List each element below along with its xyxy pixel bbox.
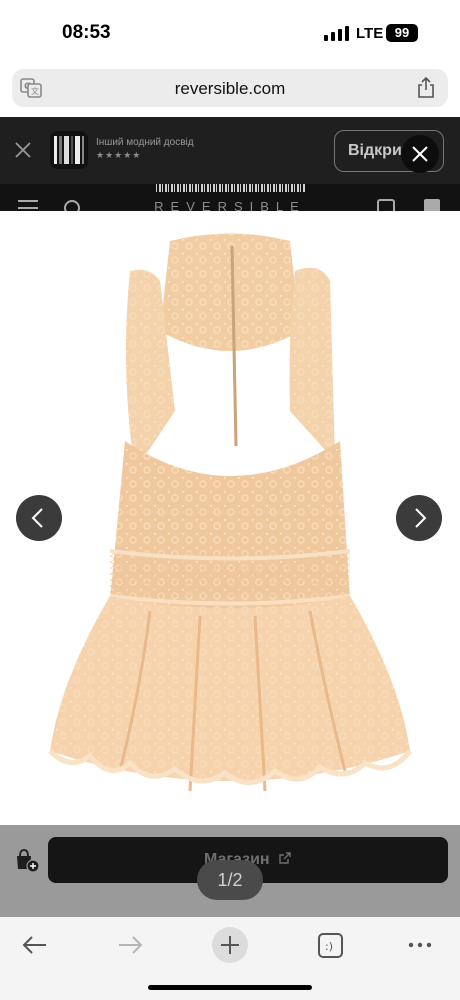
forward-arrow-icon[interactable] xyxy=(113,927,149,963)
add-to-bag-icon[interactable] xyxy=(14,847,40,873)
back-arrow-icon[interactable] xyxy=(16,927,52,963)
network-type: LTE xyxy=(356,25,384,42)
app-logo xyxy=(50,131,88,169)
image-page-indicator: 1/2 xyxy=(197,860,263,900)
svg-text::): :) xyxy=(325,940,333,953)
browser-toolbar: :) xyxy=(0,917,460,1000)
add-icon[interactable] xyxy=(377,199,395,211)
phone-screen: 08:53 LTE 99 G 文 reversible.com xyxy=(0,0,460,1000)
status-time: 08:53 xyxy=(62,22,111,43)
previous-image-button[interactable] xyxy=(16,495,62,541)
new-tab-button[interactable] xyxy=(212,927,248,963)
product-gallery[interactable] xyxy=(0,211,460,825)
external-link-icon xyxy=(279,852,291,864)
overlay-close-button[interactable] xyxy=(401,135,439,173)
tabs-icon[interactable]: :) xyxy=(313,927,349,963)
app-subtitle: Інший модний досвід xyxy=(96,137,194,148)
signal-icon xyxy=(324,26,349,41)
product-action-bar: Магазин 1/2 xyxy=(0,825,460,917)
close-icon[interactable] xyxy=(14,141,32,159)
status-bar: 08:53 LTE 99 xyxy=(0,0,460,62)
chevron-right-icon xyxy=(415,508,427,528)
next-image-button[interactable] xyxy=(396,495,442,541)
product-image xyxy=(48,233,412,792)
battery-icon: 99 xyxy=(386,24,418,42)
app-install-banner: Інший модний досвід ★★★★★ Відкрити xyxy=(0,117,460,184)
url-text[interactable]: reversible.com xyxy=(12,79,448,99)
app-rating: ★★★★★ xyxy=(96,150,142,160)
bag-icon[interactable] xyxy=(424,199,440,211)
barcode-decoration xyxy=(156,184,306,192)
address-bar[interactable]: G 文 reversible.com xyxy=(12,69,448,107)
site-header: REVERSIBLE xyxy=(0,184,460,211)
plus-icon xyxy=(221,936,239,954)
more-icon[interactable] xyxy=(402,927,438,963)
home-indicator[interactable] xyxy=(148,985,312,990)
chevron-left-icon xyxy=(31,508,43,528)
close-icon xyxy=(412,146,428,162)
share-icon[interactable] xyxy=(416,77,436,99)
